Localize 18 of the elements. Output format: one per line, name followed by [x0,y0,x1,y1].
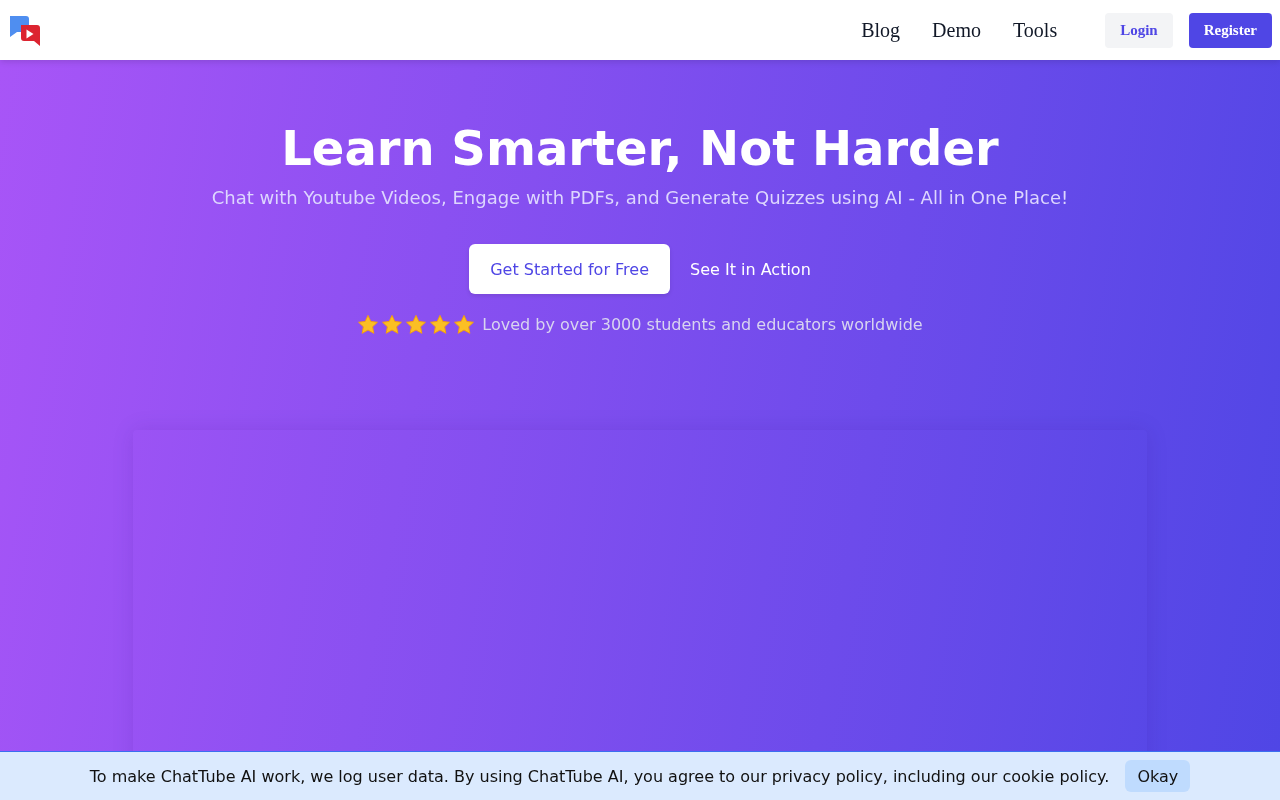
login-button[interactable]: Login [1105,12,1173,48]
get-started-button[interactable]: Get Started for Free [469,244,670,294]
nav-link[interactable]: Demo [932,18,981,42]
nav-link[interactable]: Blog [861,18,901,42]
register-button[interactable]: Register [1188,12,1272,48]
star-icon [357,314,380,336]
hero-subheading: Chat with Youtube Videos, Engage with PDFs, and Generate Quizzes using AI - All in One Place! [211,186,1069,210]
star-icon [429,314,452,336]
nav-link[interactable]: Tools [1013,18,1058,42]
see-in-action-link[interactable]: See It in Action [690,259,811,279]
rating-caption: Loved by over 3000 students and educators worldwide [482,314,923,336]
okay-button[interactable]: Okay [1125,760,1191,792]
star-icon [405,314,428,336]
star-icon [453,314,476,336]
star-icon [381,314,404,336]
hero-heading: Learn Smarter, Not Harder [281,119,999,177]
cookie-notice-text: To make ChatTube AI work, we log user data. By using ChatTube AI, you agree to our privacy policy, including our cookie policy. [89,766,1110,786]
chat-bubbles-play-icon[interactable] [8,14,40,46]
